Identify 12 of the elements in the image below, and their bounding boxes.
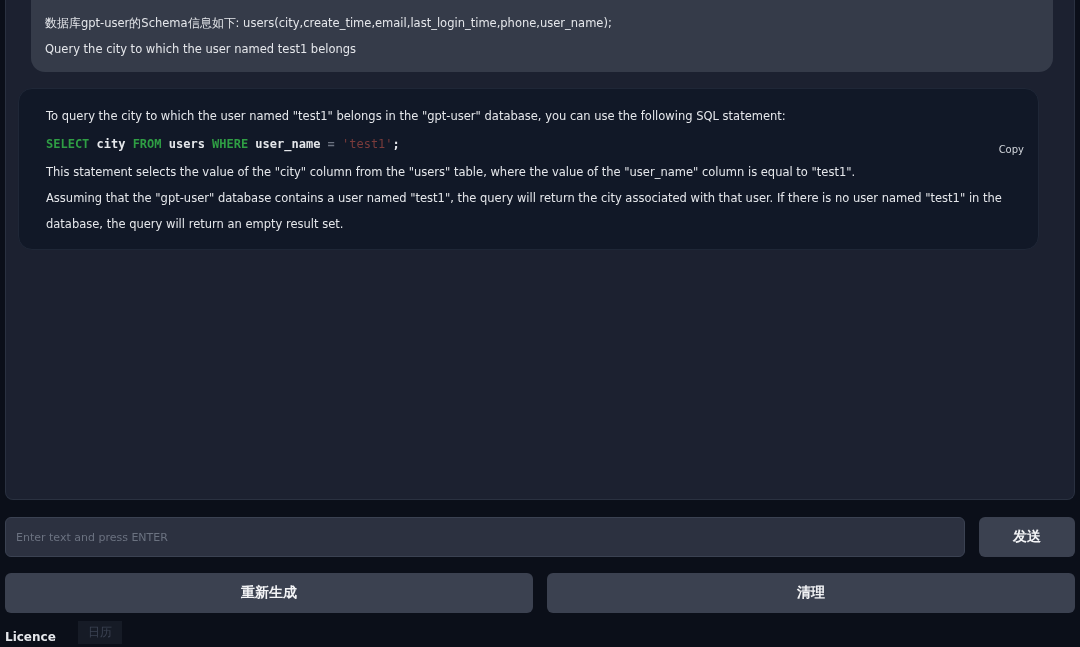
action-button[interactable]: 清理 [547,573,1075,613]
action-button[interactable]: 重新生成 [5,573,533,613]
message-text: This statement selects the value of the "city" column from the "users" table, where the value of the "user_name" column is equal to "test1". [46,164,857,181]
message-text: Query the city to which the user named test1 belongs [45,41,358,58]
licence-label: Licence [5,630,56,644]
message-text: Assuming that the "gpt-user" database contains a user named "test1", the query will return the city associated with that user. If there is no user named "test1" in the database, the query will return an empty result set. [46,190,1003,233]
send-button[interactable]: 发送 [979,517,1075,557]
message-text: To query the city to which the user named "test1" belongs in the "gpt-user" database, you can use the following SQL statement: [46,108,787,125]
sql-code: SELECT city FROM users WHERE user_name = 'test1'; [46,136,400,154]
copy-button[interactable]: Copy [998,141,1024,157]
input-field[interactable]: Enter text and press ENTER [5,517,965,557]
message-text: 数据库gpt-user的Schema信息如下: users(city,create_time,email,last_login_time,phone,user_name); [45,15,613,32]
